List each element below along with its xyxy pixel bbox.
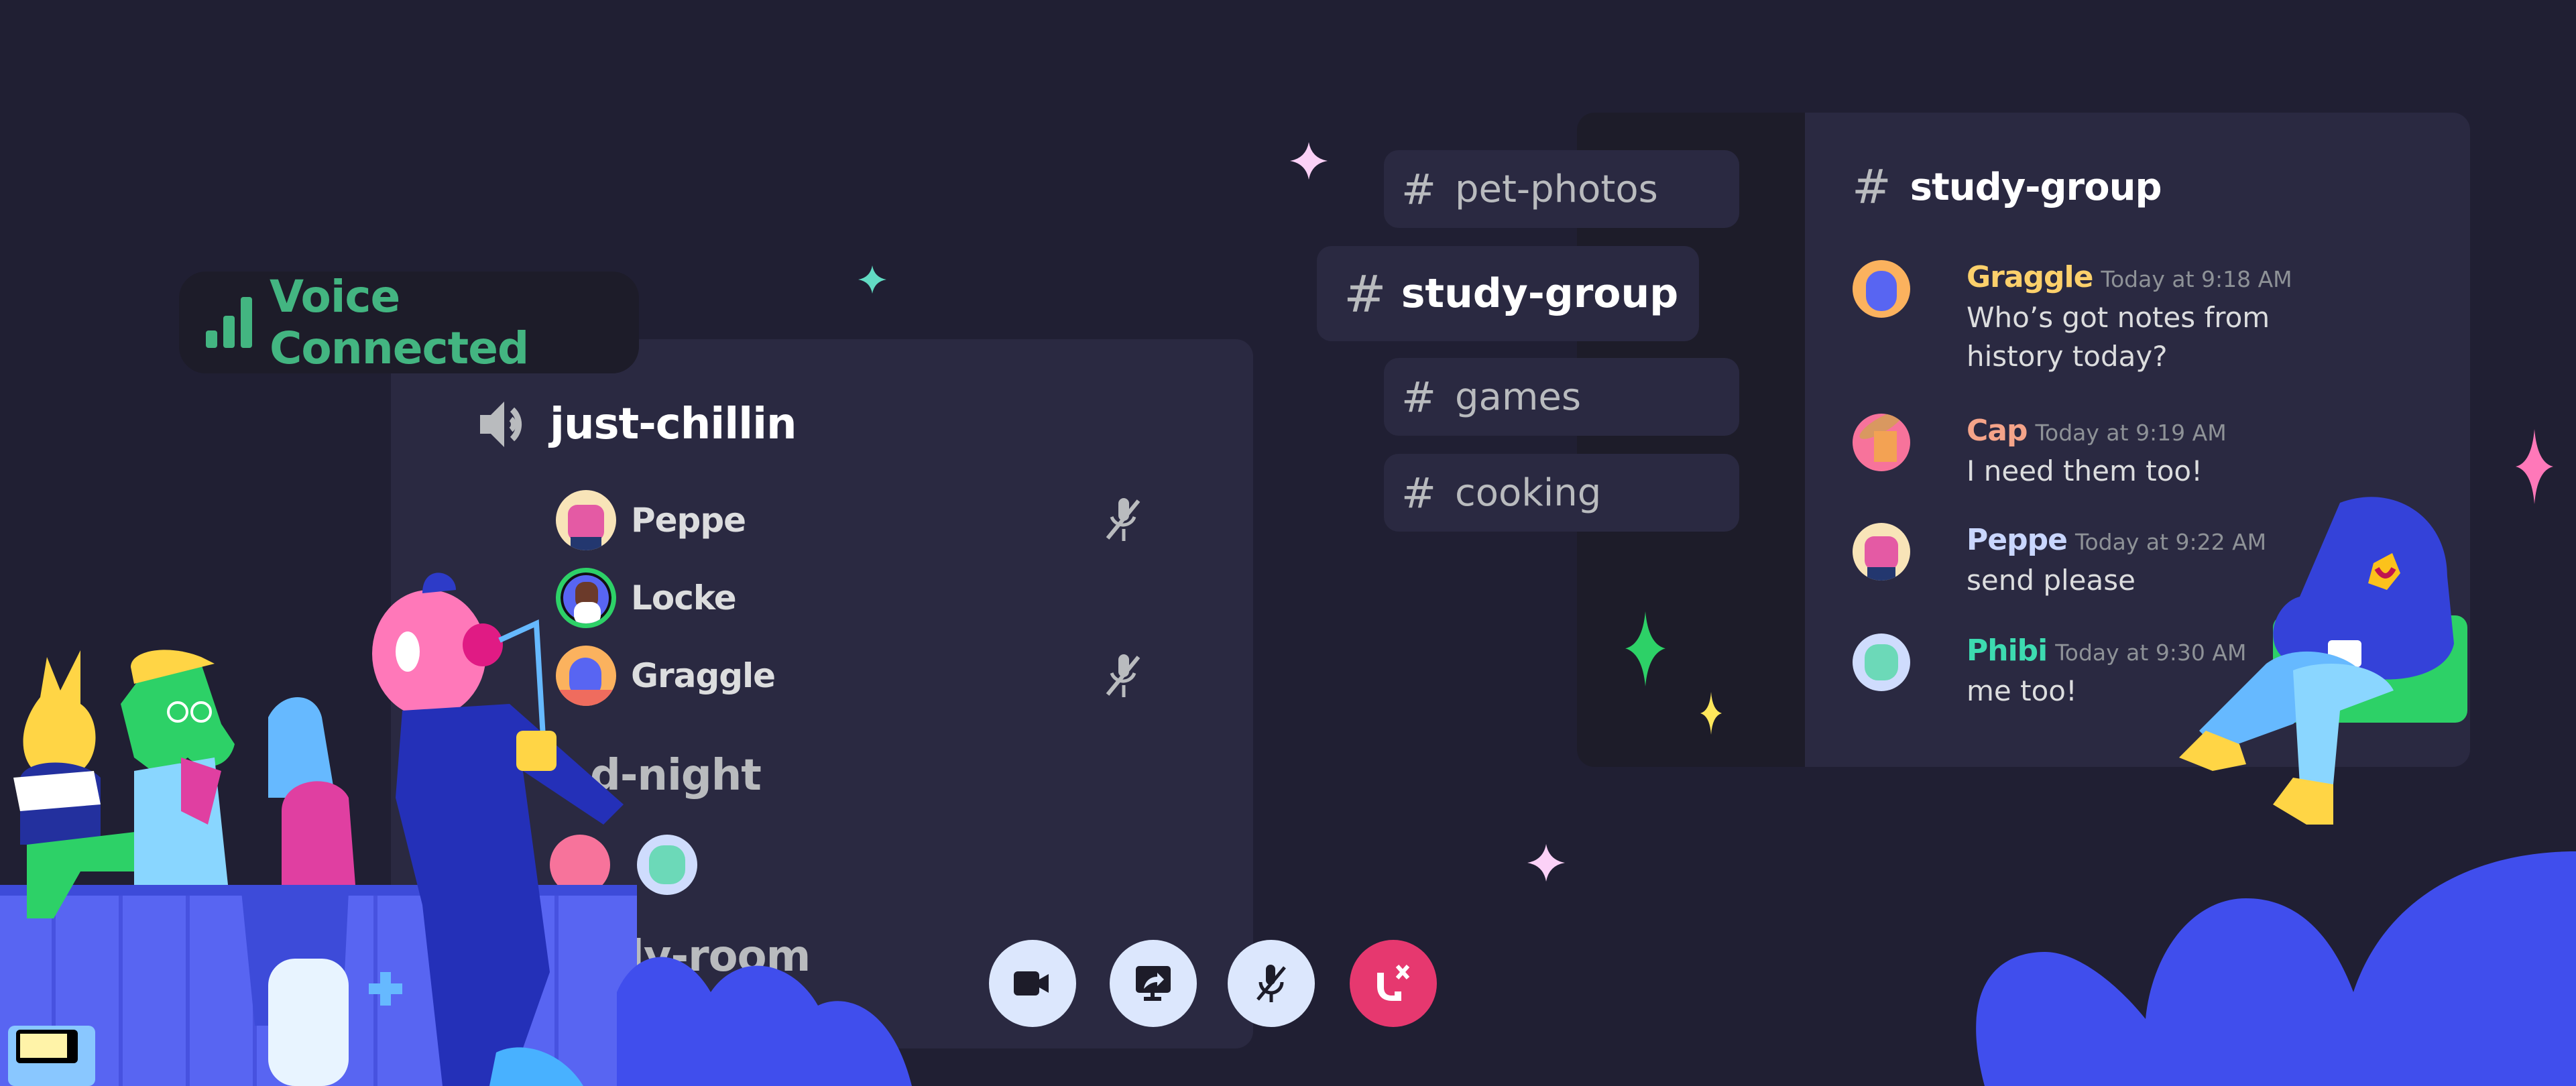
chat-header: # study-group (1852, 160, 2162, 215)
video-camera-icon (1014, 971, 1049, 996)
sparkle-icon (1527, 844, 1565, 882)
channel-pet-photos[interactable]: # pet-photos (1384, 150, 1739, 228)
microphone-muted-icon (1106, 654, 1140, 697)
voice-channel-name: just-chillin (550, 400, 797, 449)
sparkle-icon (1290, 142, 1328, 180)
channel-name: games (1454, 375, 1581, 419)
sparkle-icon (1700, 692, 1722, 735)
channel-study-group[interactable]: # study-group (1317, 246, 1699, 341)
voice-member-peppe[interactable]: Peppe (556, 490, 746, 550)
phone-hangup-icon (1377, 965, 1410, 1001)
channel-name: cooking (1454, 471, 1602, 515)
characters-illustration-left (0, 572, 637, 1086)
member-name: Peppe (631, 501, 746, 540)
channel-cooking[interactable]: # cooking (1384, 454, 1739, 532)
message-author[interactable]: Peppe (1967, 523, 2068, 557)
message-text: Who’s got notes from history today? (1967, 301, 2270, 373)
channel-name: study-group (1401, 270, 1679, 317)
sparkle-icon (1625, 611, 1665, 686)
channel-name: pet-photos (1454, 167, 1658, 211)
voice-connected-label: Voice Connected (270, 271, 529, 374)
avatar[interactable] (1853, 634, 1910, 691)
character-illustration-right (2179, 497, 2467, 825)
avatar[interactable] (1853, 523, 1910, 581)
cloud-shape (617, 957, 912, 1086)
hash-icon: # (1852, 160, 1891, 215)
sparkle-icon (858, 265, 886, 294)
channel-games[interactable]: # games (1384, 358, 1739, 436)
message-author[interactable]: Cap (1967, 414, 2028, 448)
microphone-muted-icon (1106, 498, 1140, 541)
chat-message: Graggle Today at 9:18 AM Who’s got notes… (1853, 260, 2292, 376)
disconnect-button[interactable] (1350, 940, 1437, 1027)
chat-channel-name: study-group (1910, 165, 2162, 209)
screen-share-icon (1136, 966, 1171, 1001)
microphone-muted-icon (1256, 965, 1286, 1002)
chat-message: Cap Today at 9:19 AM I need them too! (1853, 414, 2275, 491)
hash-icon: # (1401, 468, 1436, 518)
message-timestamp: Today at 9:19 AM (2035, 420, 2227, 446)
member-name: Graggle (631, 656, 776, 695)
message-author[interactable]: Phibi (1967, 634, 2048, 668)
voice-channel-just-chillin[interactable]: just-chillin (477, 399, 797, 450)
video-button[interactable] (989, 940, 1076, 1027)
avatar[interactable] (1853, 414, 1910, 471)
voice-connected-badge[interactable]: Voice Connected (179, 271, 639, 374)
hash-icon: # (1401, 164, 1436, 214)
message-timestamp: Today at 9:18 AM (2101, 266, 2292, 292)
hash-icon: # (1401, 372, 1436, 422)
speaker-icon (480, 402, 522, 447)
hash-icon: # (1344, 263, 1387, 324)
mute-button[interactable] (1228, 940, 1315, 1027)
avatar (637, 835, 697, 895)
avatar (556, 490, 616, 550)
cloud-shape (1976, 851, 2576, 1086)
message-text: I need them too! (1967, 455, 2203, 487)
sparkle-icon (2516, 429, 2553, 504)
member-name: Locke (631, 579, 737, 617)
avatar[interactable] (1853, 260, 1910, 318)
message-author[interactable]: Graggle (1967, 260, 2093, 294)
screen-share-button[interactable] (1110, 940, 1197, 1027)
signal-bars-icon (206, 297, 252, 348)
